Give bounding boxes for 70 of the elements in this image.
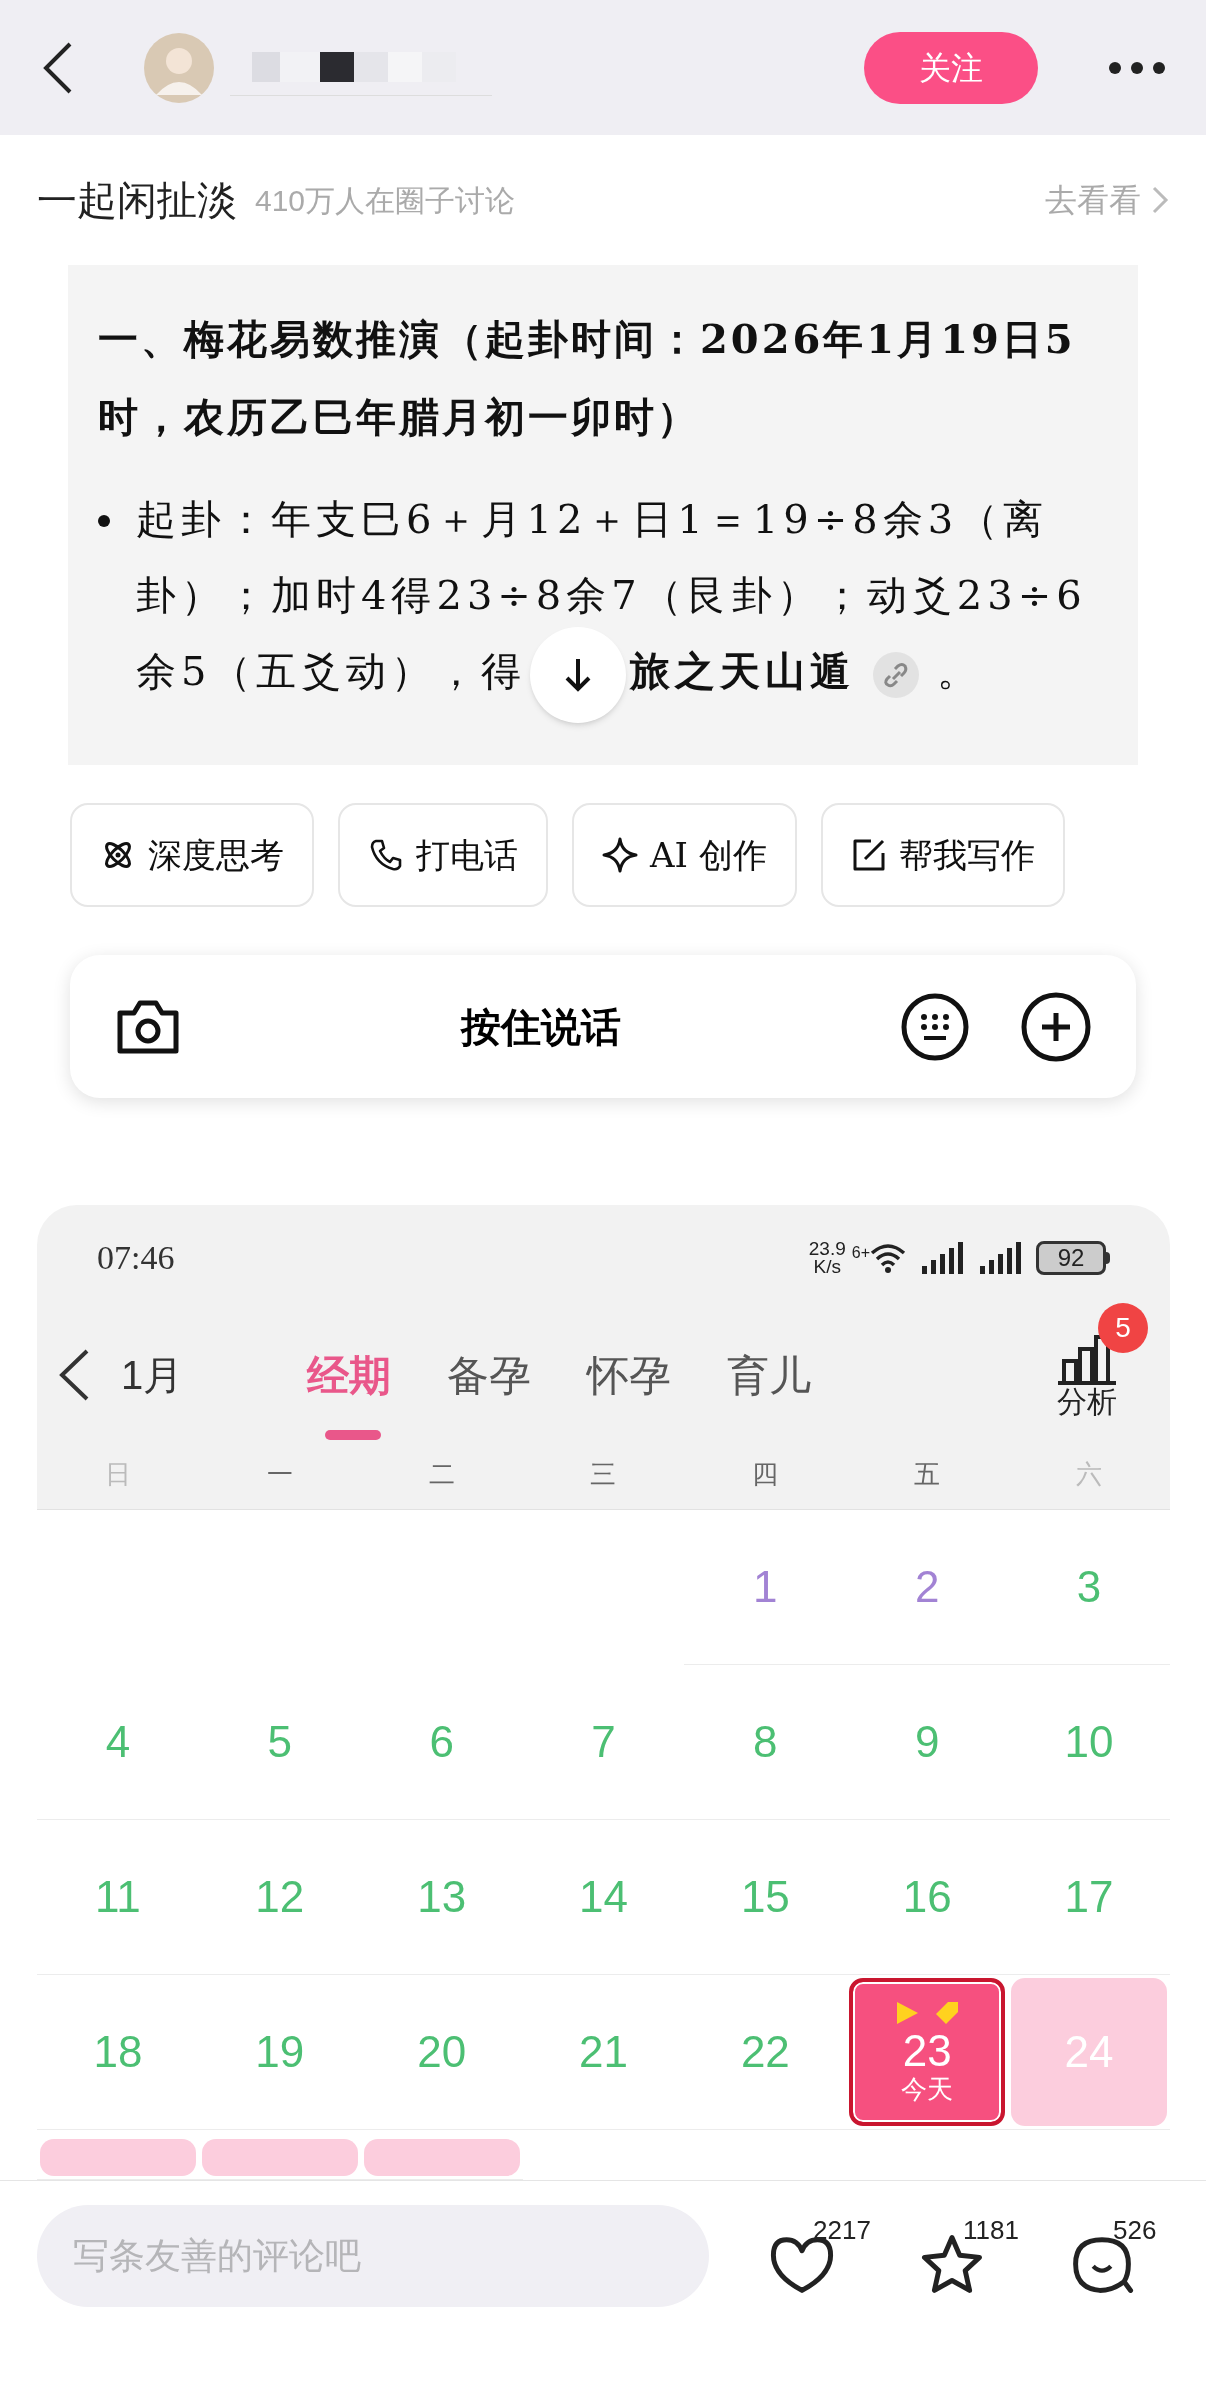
- voice-bar[interactable]: 按住说话: [70, 955, 1136, 1098]
- mode-tab[interactable]: 育儿: [727, 1310, 812, 1440]
- circle-name[interactable]: 一起闲扯淡: [37, 170, 237, 230]
- signal-icon: [980, 1241, 1024, 1274]
- suggestion-chip[interactable]: 深度思考: [70, 803, 314, 907]
- more-icon[interactable]: [1108, 60, 1166, 75]
- tag-icon: [934, 2000, 961, 2026]
- weekday-label: 五: [913, 1458, 942, 1491]
- network-speed: 23.9: [808, 1239, 846, 1258]
- follow-button[interactable]: 关注: [864, 31, 1038, 104]
- phone-icon: [368, 837, 404, 873]
- today-cell[interactable]: 23 今天: [849, 1978, 1006, 2126]
- wifi-icon: [870, 1242, 906, 1273]
- day-number[interactable]: 7: [525, 1668, 682, 1816]
- day-number[interactable]: 19: [201, 1978, 358, 2126]
- suggestion-chip[interactable]: 帮我写作: [820, 803, 1065, 907]
- day-number: 23: [902, 2028, 952, 2074]
- day-number[interactable]: 17: [1011, 1823, 1167, 1971]
- action-count: 2217: [813, 2214, 871, 2247]
- day-number[interactable]: 15: [687, 1823, 844, 1971]
- suggestion-chip[interactable]: AI 创作: [572, 803, 797, 907]
- day-number[interactable]: 22: [687, 1978, 844, 2126]
- day-number[interactable]: 8: [687, 1668, 844, 1816]
- day-number[interactable]: 10: [1011, 1668, 1167, 1816]
- mode-tab[interactable]: 经期: [307, 1310, 392, 1440]
- day-number[interactable]: 9: [849, 1668, 1006, 1816]
- day-number[interactable]: 6: [363, 1668, 520, 1816]
- status-time: 07:46: [97, 1238, 175, 1278]
- weekday-label: 二: [427, 1458, 456, 1491]
- battery-level: 92: [1036, 1240, 1106, 1275]
- day-number[interactable]: 20: [363, 1978, 520, 2126]
- signal-icon: [922, 1241, 966, 1274]
- plus-icon[interactable]: [1020, 990, 1092, 1063]
- link-icon[interactable]: [873, 652, 920, 698]
- sparkle-icon: [602, 837, 638, 873]
- chevron-right-icon: [1151, 185, 1169, 215]
- day-number[interactable]: 2: [849, 1513, 1006, 1661]
- bullet-text: 起卦：年支巳6＋月12＋日1＝19÷8余3（离卦）；加时4得23÷8余7（艮卦）；动爻23÷6余5（五爻动），得 旅之天山遁 。: [136, 481, 1108, 709]
- day-number[interactable]: 12: [201, 1823, 358, 1971]
- comment-field[interactable]: 写条友善的评论吧: [37, 2205, 709, 2307]
- month-label: 1月: [121, 1352, 184, 1399]
- day-number[interactable]: 4: [40, 1668, 196, 1816]
- wifi-label: 6+: [851, 1243, 870, 1263]
- day-number[interactable]: 13: [363, 1823, 520, 1971]
- mode-tab[interactable]: 备孕: [447, 1310, 532, 1440]
- view-link[interactable]: 去看看: [1045, 176, 1169, 224]
- hold-to-talk-label[interactable]: 按住说话: [461, 996, 621, 1057]
- day-number[interactable]: 1: [687, 1513, 844, 1661]
- analysis-label[interactable]: 分析: [1057, 1385, 1117, 1419]
- day-number[interactable]: 3: [1011, 1513, 1167, 1661]
- weekday-label: 三: [589, 1458, 618, 1491]
- weekday-label: 一: [265, 1458, 294, 1491]
- action-count: 1181: [963, 2214, 1019, 2247]
- day-number[interactable]: 14: [525, 1823, 682, 1971]
- mode-tab[interactable]: 怀孕: [587, 1310, 672, 1440]
- suggestion-chip[interactable]: 打电话: [338, 803, 548, 907]
- day-number[interactable]: 18: [40, 1978, 196, 2126]
- answer-heading: 一、梅花易数推演（起卦时间：2026年1月19日5时，农历乙巳年腊月初一卯时）: [98, 314, 1077, 442]
- today-label: 今天: [901, 2074, 954, 2104]
- back-icon[interactable]: [57, 1348, 91, 1402]
- day-number[interactable]: 11: [40, 1823, 196, 1971]
- day-number[interactable]: 16: [849, 1823, 1006, 1971]
- speed-unit: K/s: [813, 1257, 841, 1276]
- day-number[interactable]: 21: [525, 1978, 682, 2126]
- day-number[interactable]: 5: [201, 1668, 358, 1816]
- action-count: 526: [1113, 2214, 1157, 2247]
- member-count: 410万人在圈子讨论: [255, 182, 516, 219]
- notification-badge: 5: [1098, 1303, 1148, 1353]
- weekday-label: 四: [751, 1458, 780, 1491]
- keyboard-icon[interactable]: [900, 991, 970, 1062]
